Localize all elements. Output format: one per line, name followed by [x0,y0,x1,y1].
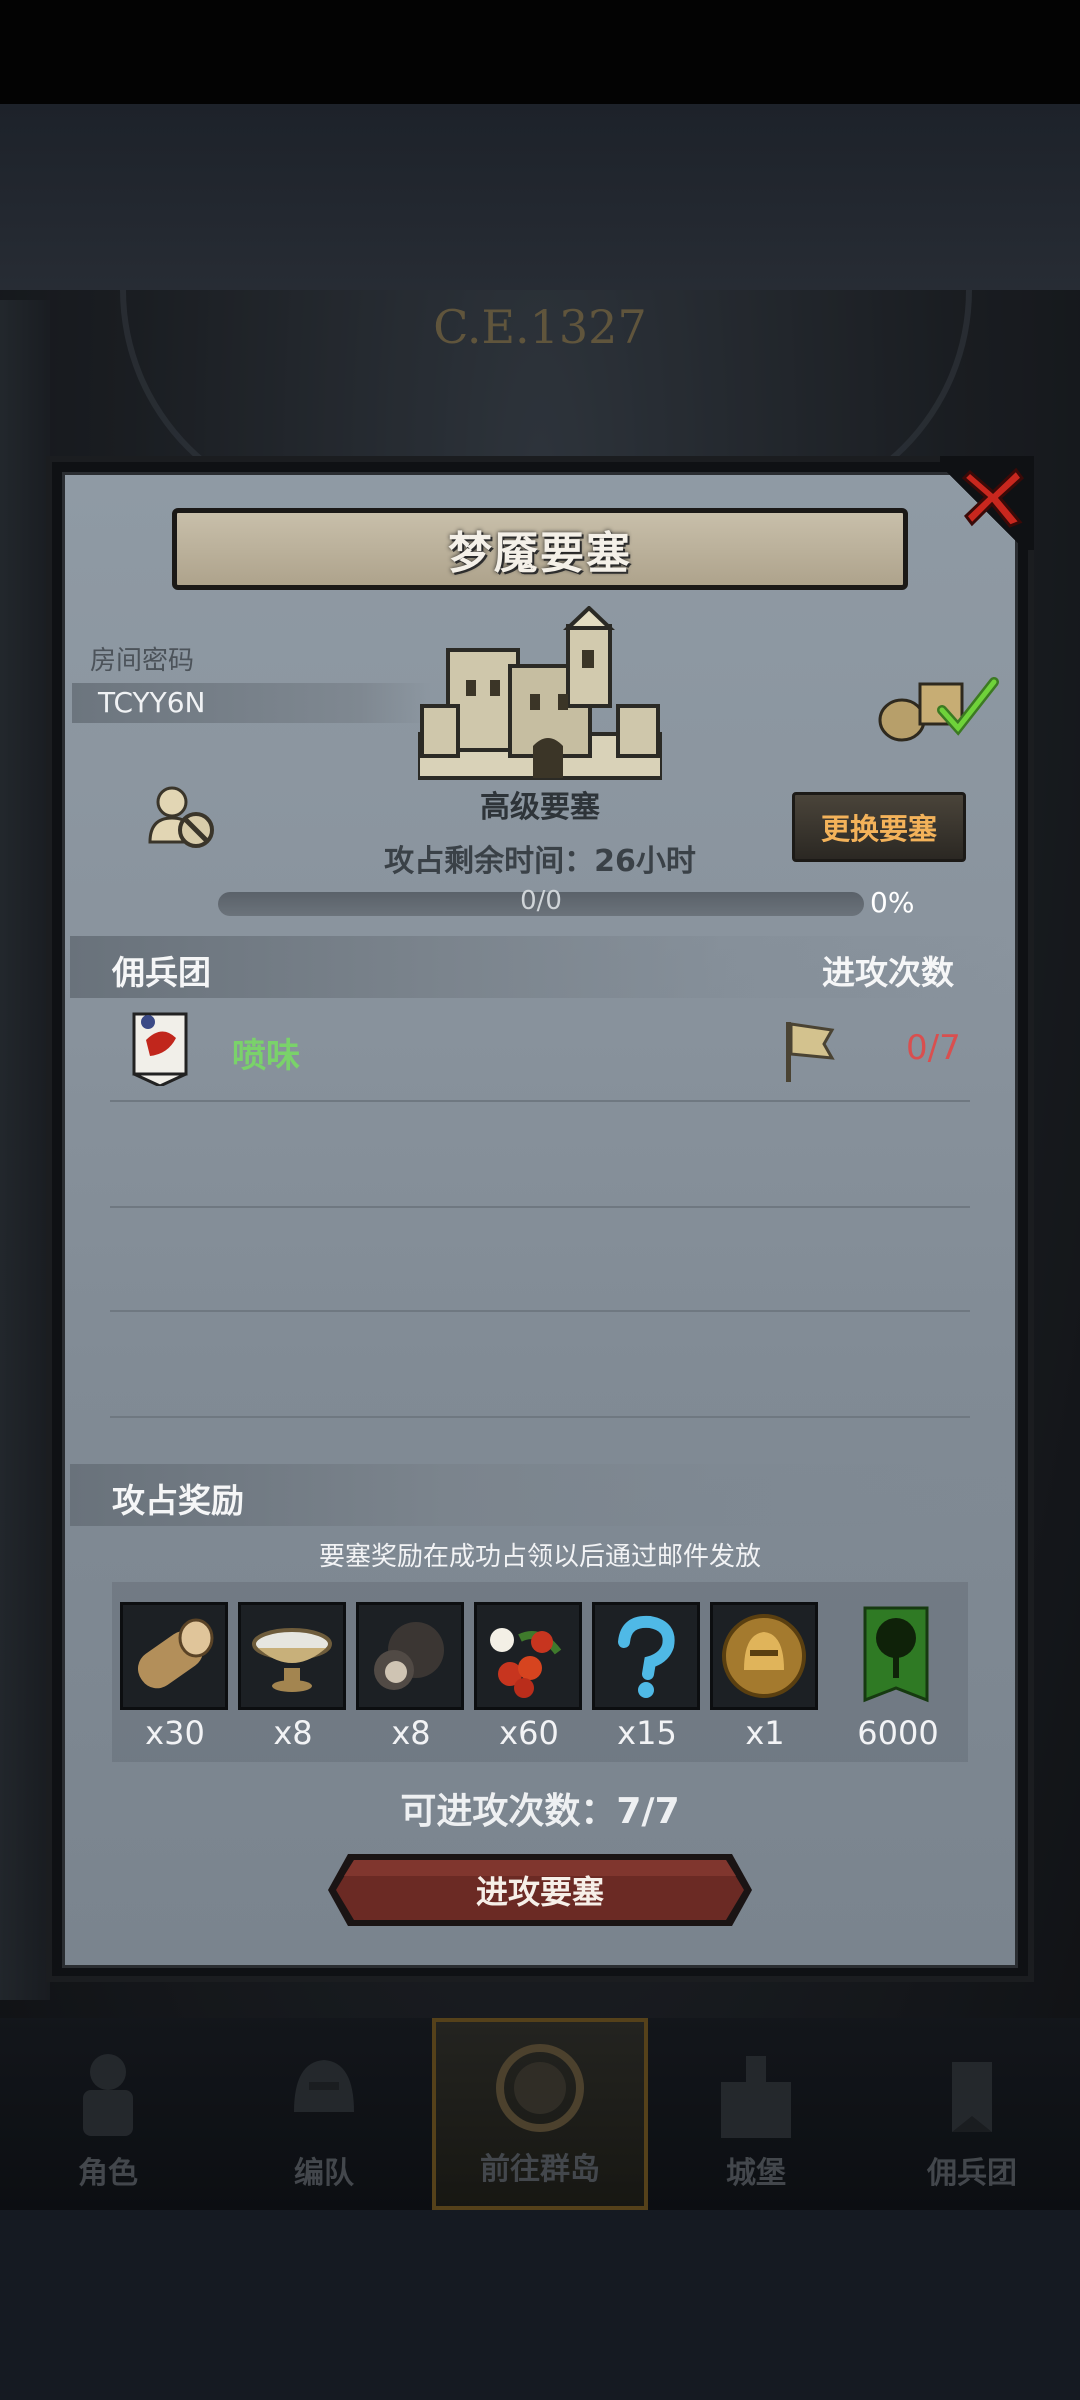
mercenary-icon [952,2062,992,2132]
reward-item-berries[interactable] [474,1602,582,1710]
berries-icon [490,1628,562,1698]
mercenary-header: 佣兵团 [112,953,211,992]
top-backdrop [0,104,1080,290]
list-divider [110,1100,970,1102]
nav-formation[interactable]: 编队 [216,2018,432,2210]
title-banner: 梦魇要塞 [172,508,908,590]
reward-bag-check-icon [878,677,999,742]
guild-banner-icon [132,1012,188,1086]
reward-header: 攻占奖励 [112,1481,244,1520]
time-remaining: 攻占剩余时间：26小时 [384,844,696,879]
flag-icon [786,1022,835,1082]
tree-banner-icon [863,1606,929,1703]
helmet-medal-icon [722,1614,806,1698]
compass-icon [496,2044,584,2132]
change-fortress-button[interactable]: 更换要塞 [792,792,966,862]
reward-count: x15 [617,1714,677,1752]
fortress-icon [418,606,662,780]
nav-mercenary[interactable]: 佣兵团 [864,2018,1080,2210]
dialog-title: 梦魇要塞 [448,528,632,579]
reward-note: 要塞奖励在成功占领以后通过邮件发放 [318,1542,761,1572]
close-icon [961,467,1025,528]
list-divider [110,1416,970,1418]
reward-item-bowl[interactable] [238,1602,346,1710]
attack-fortress-button[interactable] [324,1850,756,1930]
room-password-label: 房间密码 [90,646,195,676]
list-divider [110,1206,970,1208]
nav-castle[interactable]: 城堡 [648,2018,864,2210]
reward-count: x30 [145,1714,205,1752]
capture-progress-percent: 0% [870,886,915,919]
truffle-icon [374,1622,444,1690]
log-icon [137,1618,214,1689]
nav-islands[interactable]: 前往群岛 [432,2018,648,2210]
reward-count: x8 [391,1714,431,1752]
guild-attack-count: 0/7 [906,1028,961,1068]
fortress-name: 高级要塞 [480,790,600,825]
status-bar [0,0,1080,104]
bottom-backdrop [0,2210,1080,2400]
reward-item-mystery[interactable] [592,1602,700,1710]
room-password-value: TCYY6N [98,686,206,719]
attack-count-header: 进攻次数 [822,953,954,992]
list-divider [110,1310,970,1312]
reward-item-log[interactable] [120,1602,228,1710]
knight-icon [83,2054,133,2136]
mystery-question-icon [618,1615,675,1698]
era-label: C.E.1327 [433,300,647,354]
close-button[interactable] [958,462,1028,532]
nav-role[interactable]: 角色 [0,2018,216,2210]
reward-item-helmet-medal[interactable] [710,1602,818,1710]
reward-count: x60 [499,1714,559,1752]
capture-progress-text: 0/0 [520,886,562,916]
reward-count: x1 [745,1714,785,1752]
change-fortress-label: 更换要塞 [820,812,937,846]
side-rail [0,300,50,2000]
reward-item-tree-banner[interactable] [836,1602,956,1710]
reward-count: x8 [273,1714,313,1752]
helmet-icon [294,2060,354,2112]
no-user-icon[interactable] [146,784,216,850]
reward-item-truffle[interactable] [356,1602,464,1710]
attacks-available: 可进攻次数：7/7 [400,1791,680,1832]
guild-name[interactable]: 喷味 [232,1028,300,1077]
castle-icon [721,2056,791,2138]
bowl-icon [252,1628,332,1692]
reward-count: 6000 [857,1714,939,1752]
